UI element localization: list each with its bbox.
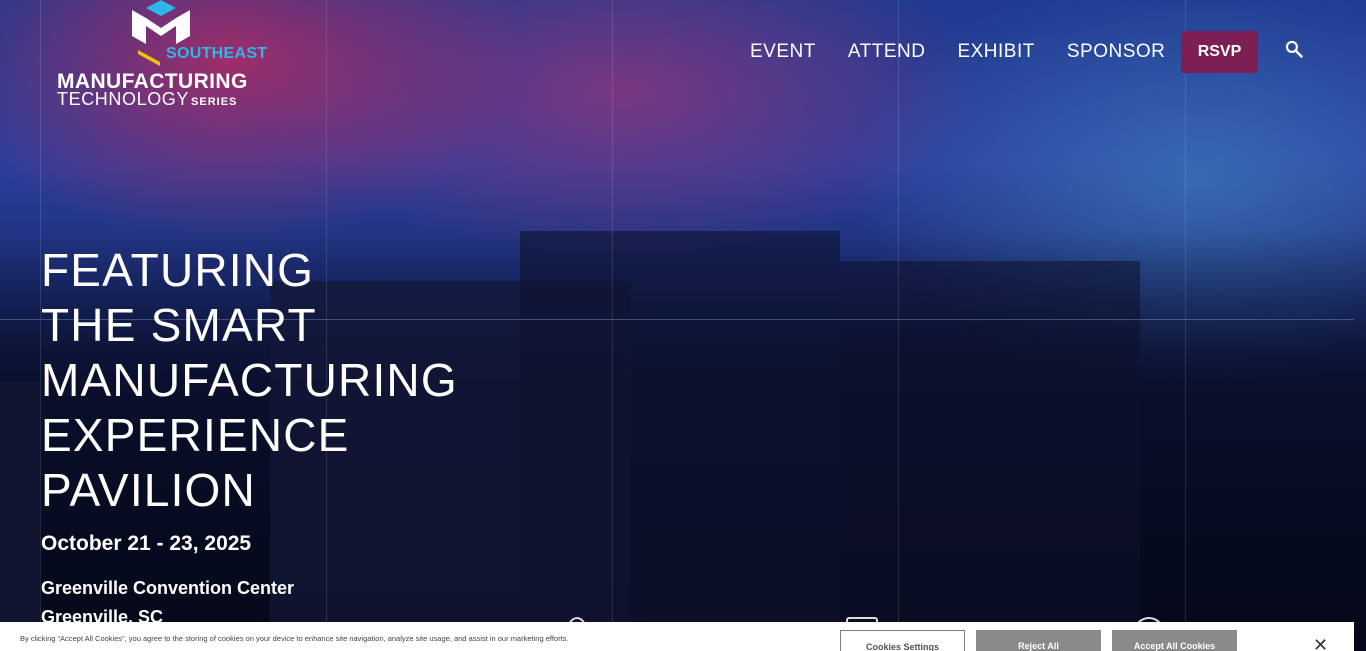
cookie-banner: By clicking “Accept All Cookies”, you ag… — [0, 622, 1354, 651]
headline-line: EXPERIENCE — [41, 409, 350, 461]
nav-item-event[interactable]: EVENT — [750, 40, 816, 66]
headline-line: FEATURING — [41, 244, 315, 296]
search-icon[interactable] — [1284, 39, 1304, 59]
rsvp-button[interactable]: RSVP — [1181, 31, 1258, 73]
event-date: October 21 - 23, 2025 — [41, 532, 252, 555]
accept-all-cookies-button[interactable]: Accept All Cookies — [1112, 630, 1237, 651]
grid-line — [1185, 0, 1186, 651]
nav-item-exhibit[interactable]: EXHIBIT — [957, 40, 1034, 66]
building — [520, 231, 840, 651]
headline-line: THE SMART — [41, 299, 317, 351]
close-icon[interactable]: ✕ — [1313, 636, 1328, 651]
nav-item-sponsor[interactable]: SPONSOR — [1067, 40, 1166, 66]
cookies-settings-button[interactable]: Cookies Settings — [840, 630, 965, 651]
headline-line: PAVILION — [41, 464, 256, 516]
grid-line — [612, 0, 613, 651]
cookie-consent-text: By clicking “Accept All Cookies”, you ag… — [20, 634, 569, 643]
reject-all-button[interactable]: Reject All — [976, 630, 1101, 651]
logo-series: SERIES — [191, 96, 238, 108]
logo-technology: TECHNOLOGY — [57, 89, 190, 109]
site-logo[interactable]: SOUTHEAST MANUFACTURING TECHNOLOGY SERIES — [56, 0, 276, 110]
logo-title-line2: TECHNOLOGY SERIES — [57, 89, 237, 110]
venue-name: Greenville Convention Center — [41, 578, 295, 598]
logo-subtitle: SOUTHEAST — [166, 45, 268, 62]
hero-headline: FEATURING THE SMART MANUFACTURING EXPERI… — [41, 243, 521, 518]
main-nav: EVENT ATTEND EXHIBIT SPONSOR — [750, 40, 1197, 66]
building — [0, 381, 40, 651]
headline-line: MANUFACTURING — [41, 354, 458, 406]
grid-line — [898, 0, 899, 651]
nav-item-attend[interactable]: ATTEND — [848, 40, 926, 66]
